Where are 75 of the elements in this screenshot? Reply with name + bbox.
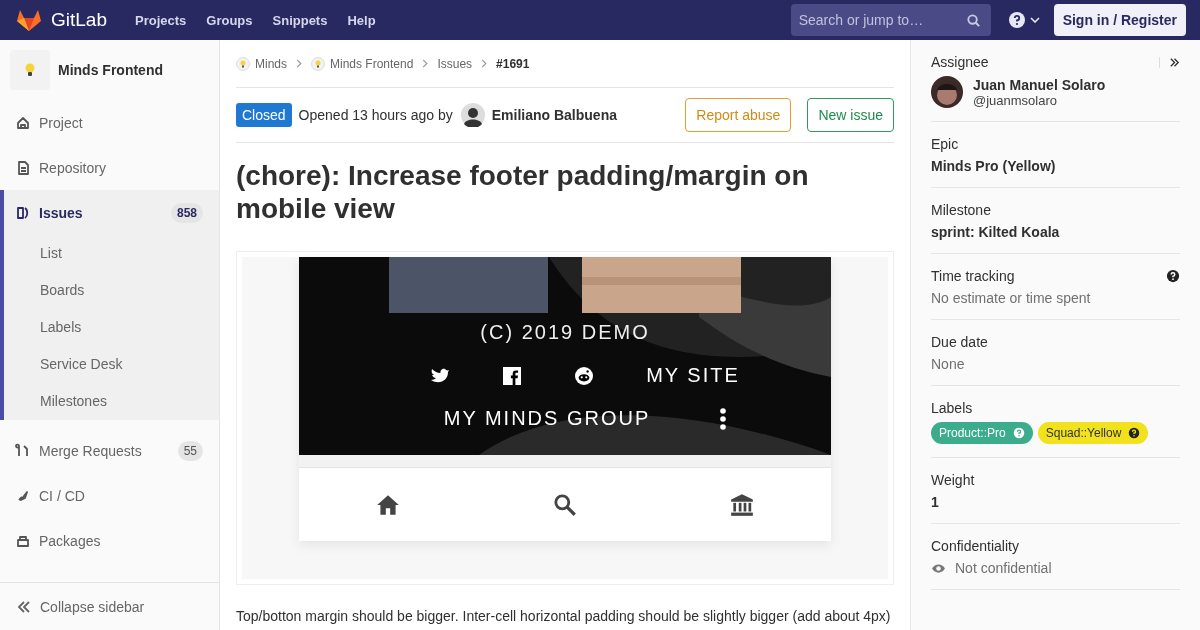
eye-icon (931, 562, 946, 574)
section-title: Due date (931, 334, 988, 350)
bird-icon (430, 366, 451, 385)
search-icon[interactable] (552, 491, 578, 518)
search-icon (965, 13, 981, 28)
section-value[interactable]: 1 (931, 494, 1180, 510)
section-value[interactable]: sprint: Kilted Koala (931, 224, 1180, 240)
sidebar-subitem[interactable]: List (4, 235, 219, 272)
section-title: Epic (931, 136, 959, 152)
sidebar-item[interactable]: Repository (0, 145, 219, 190)
brand-name[interactable]: GitLab (51, 9, 107, 31)
sidebar-subitem[interactable]: Service Desk (4, 346, 219, 383)
chevron-icon (296, 59, 302, 68)
section-title: Milestone (931, 202, 991, 218)
opened-text: Opened 13 hours ago by (298, 107, 453, 123)
sign-in-button[interactable]: Sign in / Register (1053, 4, 1186, 36)
home-icon (15, 114, 31, 131)
issues-icon (15, 204, 31, 221)
double-chevron-icon (16, 598, 32, 615)
fox-logo-icon[interactable] (16, 8, 42, 32)
sidebar-subitem[interactable]: Labels (4, 309, 219, 346)
section-value: No estimate or time spent (931, 290, 1092, 306)
search-field[interactable]: Search or jump to… (790, 4, 991, 36)
count-badge: 55 (177, 440, 203, 461)
breadcrumb-link[interactable]: Minds (255, 56, 287, 71)
section-title: Labels (931, 400, 973, 416)
section-title: Time tracking (931, 268, 1015, 284)
section-value: Not confidential (955, 560, 1052, 576)
section-title: Weight (931, 472, 975, 488)
breadcrumb-link[interactable]: Minds Frontend (330, 56, 414, 71)
nav-link[interactable]: Help (347, 12, 376, 28)
count-badge: 858 (170, 202, 203, 223)
bulb-icon (311, 56, 325, 71)
status-badge: Closed (236, 103, 292, 127)
help-icon[interactable] (1128, 427, 1141, 439)
alien-icon (574, 366, 595, 385)
chevron-icon (422, 59, 429, 68)
new-issue-button[interactable]: New issue (807, 98, 894, 132)
sidebar-subitem[interactable]: Milestones (4, 383, 219, 420)
breadcrumb-link[interactable]: Issues (437, 56, 473, 71)
chevron-icon (481, 59, 488, 68)
breadcrumb-link[interactable]: #1691 (496, 56, 530, 71)
sidebar-item[interactable]: Project (0, 100, 219, 145)
copyright-text: (C) 2019 DEMO (480, 321, 650, 344)
more-icon[interactable] (720, 407, 727, 430)
group-link[interactable]: MY MINDS GROUP (443, 407, 651, 430)
caret-icon[interactable] (1029, 17, 1040, 23)
site-link[interactable]: MY SITE (646, 364, 740, 387)
sidebar-item[interactable]: Issues 858 (4, 190, 219, 235)
expand-icon[interactable] (1159, 56, 1180, 68)
sidebar-item[interactable]: Merge Requests 55 (0, 428, 219, 473)
nav-link[interactable]: Snippets (272, 12, 328, 28)
nav-link[interactable]: Projects (135, 12, 187, 28)
section-title: Confidentiality (931, 538, 1019, 554)
issue-title: (chore): Increase footer padding/margin on mobile view (236, 159, 810, 225)
bank-icon[interactable] (729, 491, 756, 518)
bulb-icon (236, 56, 250, 71)
issue-description: Top/botton margin should be bigger. Inter-cell horizontal padding should be slightly bigger (add about 4px) (236, 608, 892, 624)
nav-link[interactable]: Groups (206, 12, 253, 28)
project-name[interactable]: Minds Frontend (58, 62, 163, 78)
assignee-username: @juanmsolaro (973, 92, 1058, 108)
assignee-name[interactable]: Juan Manuel Solaro (973, 76, 1106, 93)
section-value[interactable]: Minds Pro (Yellow) (931, 158, 1180, 174)
sidebar-item[interactable]: CI / CD (0, 473, 219, 518)
sidebar-item[interactable]: Packages (0, 518, 219, 563)
avatar-icon[interactable] (460, 103, 485, 127)
section-title: Assignee (931, 54, 989, 70)
author-link[interactable]: Emiliano Balbuena (491, 107, 617, 123)
document-icon (15, 159, 31, 176)
sidebar-subitem[interactable]: Boards (4, 272, 219, 309)
label-tag[interactable]: Squad::Yellow (1037, 422, 1149, 444)
section-value: None (931, 356, 966, 372)
avatar-icon[interactable] (931, 76, 963, 108)
help-dropdown[interactable] (1008, 12, 1040, 28)
help-icon[interactable] (1166, 269, 1180, 283)
